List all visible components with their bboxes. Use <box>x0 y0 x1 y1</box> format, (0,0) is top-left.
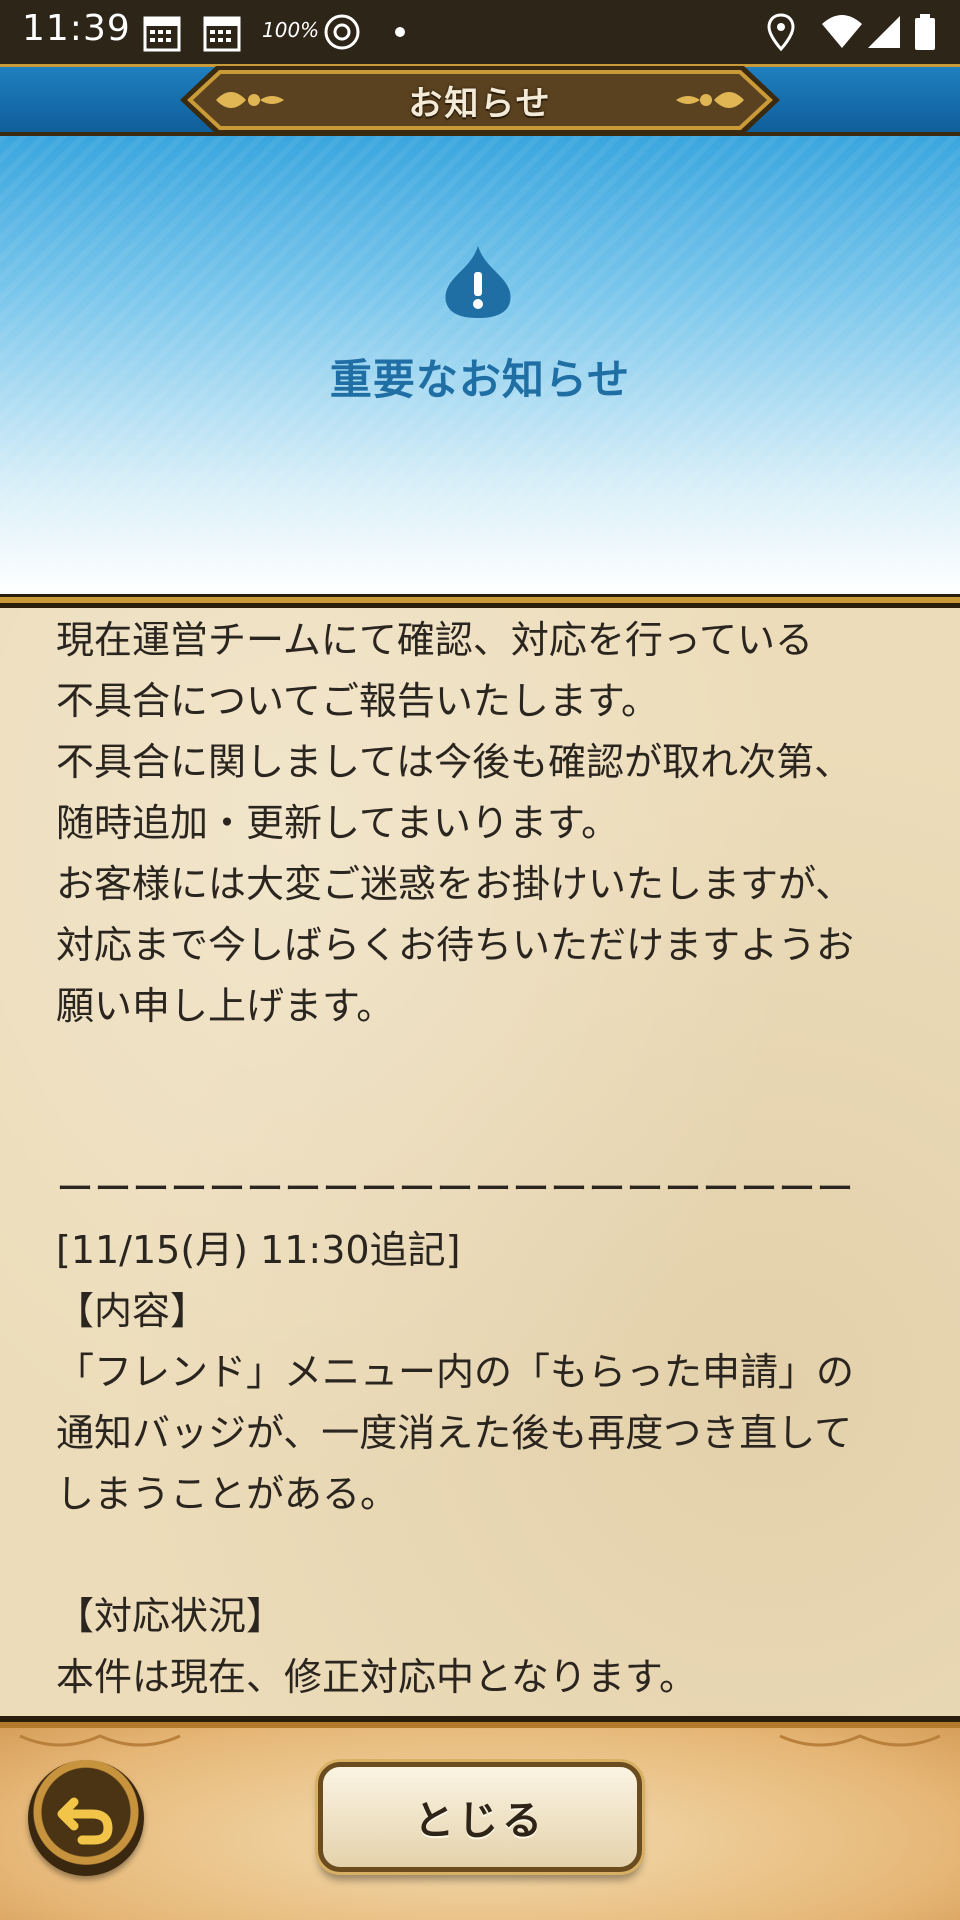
calendar-icon <box>143 16 181 52</box>
hero-banner: 重要なお知らせ <box>0 136 960 594</box>
battery-percent-indicator: 100% <box>262 18 320 42</box>
notice-line: 通知バッジが、一度消えた後も再度つき直して <box>56 1411 853 1455</box>
wifi-icon <box>822 15 862 48</box>
notice-line: 【内容】 <box>56 1289 209 1333</box>
status-bar: 11:39 100% <box>0 0 960 64</box>
notice-line: しまうことがある。 <box>56 1472 399 1516</box>
footer-ornament <box>19 1734 941 1747</box>
hero-title: 重要なお知らせ <box>329 355 631 404</box>
notice-line: 随時追加・更新してまいります。 <box>56 801 620 845</box>
warning-slime-icon <box>445 246 511 318</box>
calendar-icon <box>203 16 241 52</box>
notice-blank-line <box>56 1525 916 1586</box>
content-divider <box>0 594 960 608</box>
dot-icon <box>395 27 405 37</box>
notice-content-scroll[interactable]: 現在運営チームにて確認、対応を行っている 不具合についてご報告いたします。不具合に… <box>0 608 960 1718</box>
notice-line: 願い申し上げます。 <box>56 984 395 1028</box>
notice-line: 現在運営チームにて確認、対応を行っている <box>56 618 813 662</box>
notice-line: 対応まで今しばらくお待ちいただけますようお <box>56 923 855 967</box>
notice-body: 現在運営チームにて確認、対応を行っている 不具合についてご報告いたします。不具合に… <box>56 610 916 1718</box>
return-arrow-icon <box>57 1797 113 1845</box>
battery-icon <box>915 14 935 50</box>
notice-screen: 11:39 100% お知らせ 重要なお知らせ 現在運営チームにて確認、対応を行… <box>0 0 960 1920</box>
status-time: 11:39 <box>22 8 131 49</box>
notice-line: [11/15(月) 11:30追記] <box>56 1228 461 1272</box>
close-button-label: とじる <box>414 1798 546 1844</box>
back-button[interactable] <box>28 1760 144 1876</box>
page-title: お知らせ <box>408 83 552 124</box>
notice-blank-line <box>56 1037 916 1098</box>
notice-blank-line <box>56 1098 916 1159</box>
notice-line: 不具合についてご報告いたします。 <box>56 679 660 723</box>
notice-line: ーーーーーーーーーーーーーーーーーーーーー <box>56 1167 855 1211</box>
location-icon <box>767 13 795 52</box>
notice-line: 不具合に関しましては今後も確認が取れ次第、 <box>56 740 853 784</box>
at-sign-icon <box>324 14 360 50</box>
signal-icon <box>868 16 900 48</box>
close-button[interactable]: とじる <box>318 1762 642 1872</box>
notice-line: 本件は現在、修正対応中となります。 <box>56 1655 698 1699</box>
notice-line: 「フレンド」メニュー内の「もらった申請」の <box>56 1350 855 1394</box>
notice-line: お客様には大変ご迷惑をお掛けいたしますが、 <box>56 862 854 906</box>
notice-line: 【対応状況】 <box>56 1594 285 1638</box>
